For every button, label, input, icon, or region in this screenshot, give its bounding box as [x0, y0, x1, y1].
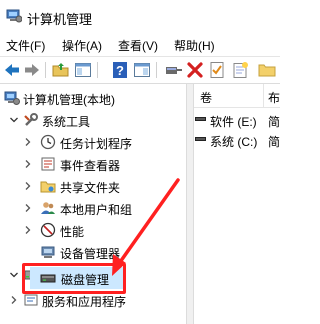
toolbar-separator: [156, 62, 157, 78]
tree-label: 本地用户和组: [60, 203, 133, 217]
clock-icon: [40, 134, 56, 150]
chevron-down-icon[interactable]: [9, 114, 19, 124]
tree-item-performance[interactable]: 性能: [0, 219, 186, 241]
computer-management-icon: [4, 90, 20, 106]
tree-item-root[interactable]: 计算机管理(本地): [0, 87, 186, 109]
menu-bar: 文件(F) 操作(A) 查看(V) 帮助(H): [0, 34, 280, 56]
volume-name: 系统 (C:): [210, 135, 258, 149]
chevron-right-icon[interactable]: [23, 202, 33, 212]
drive-icon: [195, 117, 206, 121]
tree-label: 事件查看器: [60, 159, 121, 173]
menu-help[interactable]: 帮助(H): [174, 37, 215, 54]
volume-list: 卷 布 软件 (E:) 简 系统 (C:) 简: [194, 84, 280, 324]
users-icon: [40, 200, 56, 216]
column-header-layout[interactable]: 布: [268, 89, 280, 106]
connect-icon[interactable]: [165, 61, 183, 79]
tree-label: 共享文件夹: [60, 181, 121, 195]
forward-icon[interactable]: [23, 61, 41, 79]
column-separator[interactable]: [263, 84, 264, 108]
menu-view[interactable]: 查看(V): [118, 37, 158, 54]
performance-icon: [40, 222, 56, 238]
svg-text:?: ?: [116, 63, 124, 78]
new-document-icon[interactable]: [231, 61, 249, 79]
shared-folder-icon: [40, 178, 56, 194]
checklist-icon[interactable]: [208, 61, 226, 79]
chevron-down-icon[interactable]: [9, 269, 19, 279]
tools-icon: [23, 112, 39, 128]
highlight-box: [22, 263, 126, 294]
help-icon[interactable]: ?: [111, 61, 129, 79]
tree-label: 系统工具: [42, 115, 91, 129]
chevron-right-icon[interactable]: [9, 294, 19, 304]
title-bar: 计算机管理: [0, 0, 280, 34]
tree-label: 任务计划程序: [60, 137, 133, 151]
chevron-right-icon[interactable]: [23, 158, 33, 168]
toolbar: ?: [0, 57, 280, 83]
tree-item-event-viewer[interactable]: 事件查看器: [0, 153, 186, 175]
toolbar-separator: [45, 62, 46, 78]
show-hide-tree-icon[interactable]: [74, 61, 92, 79]
window-title: 计算机管理: [27, 12, 93, 27]
chevron-right-icon[interactable]: [23, 136, 33, 146]
services-icon: [23, 292, 39, 308]
tree-item-shared-folders[interactable]: 共享文件夹: [0, 175, 186, 197]
tree-item-task-scheduler[interactable]: 任务计划程序: [0, 131, 186, 153]
tree-label: 计算机管理(本地): [23, 93, 115, 107]
tree-label: 服务和应用程序: [42, 295, 127, 309]
tree-item-system-tools[interactable]: 系统工具: [0, 109, 186, 131]
properties-icon[interactable]: [133, 61, 151, 79]
up-folder-icon[interactable]: [52, 61, 70, 79]
tree-label: 性能: [60, 225, 85, 239]
list-item[interactable]: 软件 (E:) 简: [194, 110, 280, 130]
tree-label: 设备管理器: [60, 247, 121, 261]
tree-item-device-manager[interactable]: 设备管理器: [0, 241, 186, 263]
device-manager-icon: [40, 244, 56, 260]
volume-name: 软件 (E:): [210, 115, 257, 129]
volume-layout: 简: [268, 135, 280, 149]
column-header-volume[interactable]: 卷: [200, 89, 212, 106]
menu-file[interactable]: 文件(F): [6, 37, 45, 54]
pane-splitter[interactable]: [186, 84, 194, 324]
tree-item-local-users[interactable]: 本地用户和组: [0, 197, 186, 219]
toolbar-separator: [97, 62, 98, 78]
list-item[interactable]: 系统 (C:) 简: [194, 130, 280, 150]
chevron-right-icon[interactable]: [23, 224, 33, 234]
drive-icon: [195, 137, 206, 141]
delete-icon[interactable]: [186, 61, 204, 79]
menu-action[interactable]: 操作(A): [62, 37, 102, 54]
event-viewer-icon: [40, 156, 56, 172]
back-icon[interactable]: [3, 61, 21, 79]
chevron-right-icon[interactable]: [23, 180, 33, 190]
volume-layout: 简: [268, 115, 280, 129]
folder-icon[interactable]: [258, 61, 276, 79]
computer-management-icon: [6, 9, 23, 23]
list-header: 卷 布: [194, 84, 280, 108]
